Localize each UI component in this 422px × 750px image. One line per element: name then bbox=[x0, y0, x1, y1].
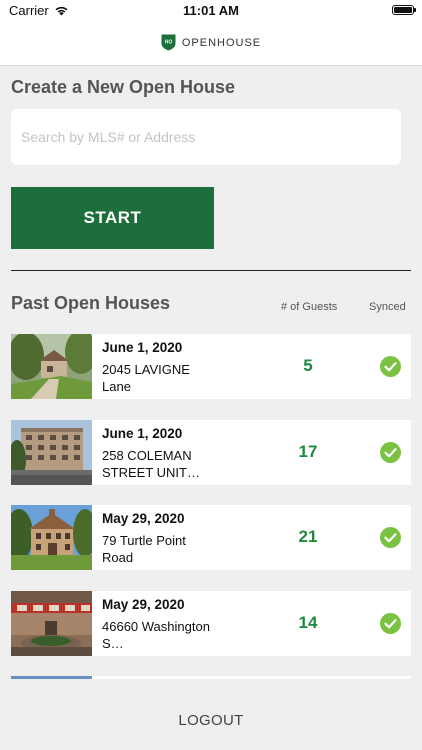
battery-icon bbox=[392, 5, 416, 15]
top-bar: Carrier 11:01 AM HO OPENHOUSE bbox=[0, 0, 422, 66]
row-date: June 1, 2020 bbox=[102, 426, 183, 441]
row-address: 2045 LAVIGNE Lane bbox=[102, 362, 190, 394]
section-divider bbox=[11, 270, 411, 271]
row-address: 79 Turtle Point Road bbox=[102, 533, 186, 565]
row-address: 46660 Washington S… bbox=[102, 619, 210, 651]
open-house-row[interactable]: May 29, 2020 79 Turtle Point Road 21 bbox=[11, 505, 411, 570]
past-title: Past Open Houses bbox=[11, 293, 171, 313]
start-button[interactable]: START bbox=[11, 187, 214, 249]
property-photo bbox=[11, 591, 92, 656]
property-photo bbox=[11, 420, 92, 485]
row-guest-count: 21 bbox=[298, 527, 318, 546]
open-house-row[interactable]: May 29, 2020 46660 Washington S… 14 bbox=[11, 591, 411, 656]
row-date: June 1, 2020 bbox=[102, 340, 183, 355]
synced-check-icon bbox=[380, 442, 401, 463]
row-address: 258 COLEMAN STREET UNIT… bbox=[102, 448, 200, 480]
scroll-thumb[interactable] bbox=[11, 676, 92, 679]
synced-check-icon bbox=[380, 613, 401, 634]
logo-monogram: HO bbox=[165, 40, 173, 46]
guests-column-header: # of Guests bbox=[281, 301, 338, 313]
app-screen: Carrier 11:01 AM HO OPENHOUSE Create a N… bbox=[0, 0, 422, 750]
list-scroll-indicator[interactable] bbox=[11, 676, 411, 679]
brand-name: OPENHOUSE bbox=[181, 36, 262, 49]
brand-header: HO OPENHOUSE bbox=[0, 34, 422, 51]
synced-check-icon bbox=[380, 527, 401, 548]
row-date: May 29, 2020 bbox=[102, 597, 185, 612]
synced-check-icon bbox=[380, 356, 401, 377]
row-guest-count: 14 bbox=[298, 613, 318, 632]
search-input[interactable] bbox=[11, 109, 401, 165]
create-title: Create a New Open House bbox=[11, 77, 236, 97]
status-time: 11:01 AM bbox=[183, 3, 239, 18]
property-photo bbox=[11, 505, 92, 570]
open-house-row[interactable]: June 1, 2020 2045 LAVIGNE Lane 5 bbox=[11, 334, 411, 399]
property-photo bbox=[11, 334, 92, 399]
open-house-row[interactable]: June 1, 2020 258 COLEMAN STREET UNIT… 17 bbox=[11, 420, 411, 485]
synced-column-header: Synced bbox=[369, 301, 406, 313]
row-date: May 29, 2020 bbox=[102, 511, 185, 526]
openhouse-logo-icon: HO bbox=[161, 34, 176, 51]
logout-button[interactable]: LOGOUT bbox=[0, 712, 422, 729]
row-guest-count: 17 bbox=[298, 442, 318, 461]
row-guest-count: 5 bbox=[303, 356, 313, 375]
